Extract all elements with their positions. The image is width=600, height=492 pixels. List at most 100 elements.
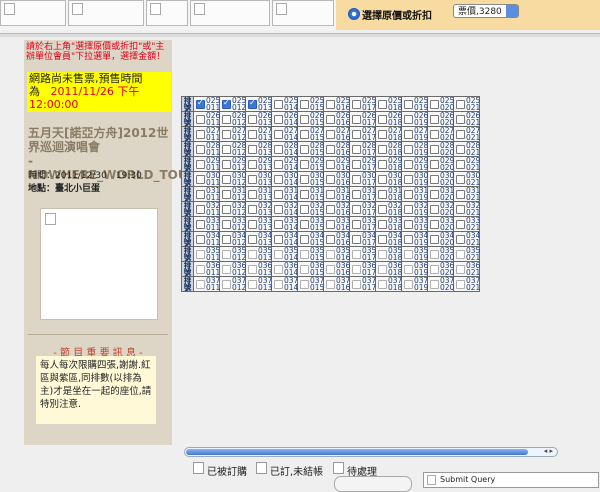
seat-cell[interactable]: 026 017 <box>349 111 376 127</box>
seat-checkbox[interactable] <box>222 190 231 199</box>
seat-checkbox[interactable] <box>404 265 413 274</box>
seat-cell[interactable]: 029 011 <box>193 156 220 172</box>
seat[interactable]: 026 019 <box>402 112 428 126</box>
seat[interactable]: 028 014 <box>272 142 298 156</box>
seat[interactable]: 029 017 <box>350 157 376 171</box>
seat-checkbox[interactable] <box>326 265 335 274</box>
seat[interactable]: 025 016 <box>324 97 350 111</box>
seat[interactable]: 037 021 <box>454 277 480 291</box>
seat[interactable]: 029 013 <box>246 157 272 171</box>
seat[interactable]: 028 012 <box>220 142 246 156</box>
seat[interactable]: 034 017 <box>350 232 376 246</box>
seat-cell[interactable]: 031 019 <box>401 186 428 202</box>
seat[interactable]: 030 015 <box>298 172 324 186</box>
seat-checkbox[interactable] <box>456 235 465 244</box>
seat[interactable]: 036 017 <box>350 262 376 276</box>
seat-cell[interactable]: 027 019 <box>401 126 428 142</box>
seat-checkbox[interactable] <box>196 265 205 274</box>
seat-checkbox[interactable] <box>378 280 387 289</box>
seat-checkbox[interactable] <box>196 205 205 214</box>
seat-cell[interactable]: 034 014 <box>271 231 298 247</box>
seat-checkbox[interactable] <box>456 280 465 289</box>
seat[interactable]: 029 014 <box>272 157 298 171</box>
seat[interactable]: 034 020 <box>428 232 454 246</box>
seat[interactable]: 036 012 <box>220 262 246 276</box>
seat-checkbox[interactable] <box>248 205 257 214</box>
seat-cell[interactable]: 032 017 <box>349 201 376 217</box>
seat[interactable]: 032 017 <box>350 202 376 216</box>
seat-checkbox[interactable] <box>300 145 309 154</box>
seat[interactable]: 031 011 <box>194 187 220 201</box>
seat[interactable]: 032 013 <box>246 202 272 216</box>
seat[interactable]: 035 021 <box>454 247 480 261</box>
seat-cell[interactable]: 032 012 <box>219 201 246 217</box>
seat-cell[interactable]: 032 021 <box>453 201 480 217</box>
seat-cell[interactable]: 029 017 <box>349 156 376 172</box>
seat-checkbox[interactable] <box>248 250 257 259</box>
thumbnail[interactable] <box>0 0 66 26</box>
seat[interactable]: 037 012 <box>220 277 246 291</box>
seat-checkbox[interactable] <box>196 160 205 169</box>
seat[interactable]: 025013 <box>246 97 272 111</box>
seat-checkbox[interactable] <box>274 280 283 289</box>
seat-checkbox[interactable] <box>404 130 413 139</box>
seat-cell[interactable]: 034 020 <box>427 231 454 247</box>
seat-cell[interactable]: 032 020 <box>427 201 454 217</box>
seat[interactable]: 030 011 <box>194 172 220 186</box>
seat-cell[interactable]: 034 017 <box>349 231 376 247</box>
seat-checkbox[interactable] <box>300 115 309 124</box>
seat-checkbox[interactable] <box>404 145 413 154</box>
seat-cell[interactable]: 035 021 <box>453 246 480 262</box>
seat-cell[interactable]: 037 011 <box>193 276 220 292</box>
seat-cell[interactable]: 029 018 <box>375 156 402 172</box>
seat-checkbox[interactable] <box>326 220 335 229</box>
seat-cell[interactable]: 036 021 <box>453 261 480 277</box>
seat-cell[interactable]: 036 012 <box>219 261 246 277</box>
thumbnail[interactable] <box>146 0 188 26</box>
seat-checkbox[interactable] <box>378 190 387 199</box>
seat-checkbox[interactable] <box>456 145 465 154</box>
seat[interactable]: 029 019 <box>402 157 428 171</box>
seat-checkbox[interactable] <box>456 220 465 229</box>
seat[interactable]: 032 018 <box>376 202 402 216</box>
seat-cell[interactable]: 028 021 <box>453 141 480 157</box>
seat-checkbox[interactable] <box>352 235 361 244</box>
seat-checkbox[interactable] <box>248 265 257 274</box>
seat-cell[interactable]: 026 016 <box>323 111 350 127</box>
seat-cell[interactable]: 031 020 <box>427 186 454 202</box>
seat[interactable]: 033 013 <box>246 217 272 231</box>
seat[interactable]: 031 020 <box>428 187 454 201</box>
seat[interactable]: 033 015 <box>298 217 324 231</box>
seat-checkbox[interactable] <box>274 265 283 274</box>
seat-cell[interactable]: 029 014 <box>271 156 298 172</box>
seat[interactable]: 025 019 <box>402 97 428 111</box>
seat[interactable]: 027 017 <box>350 127 376 141</box>
seat[interactable]: 037 020 <box>428 277 454 291</box>
seat-cell[interactable]: 035 018 <box>375 246 402 262</box>
seat[interactable]: 026 013 <box>246 112 272 126</box>
seat-checkbox[interactable] <box>456 205 465 214</box>
seat[interactable]: 037 016 <box>324 277 350 291</box>
seat-cell[interactable]: 033 015 <box>297 216 324 232</box>
seat[interactable]: 037 019 <box>402 277 428 291</box>
seat-cell[interactable]: 034 019 <box>401 231 428 247</box>
seat[interactable]: 037 014 <box>272 277 298 291</box>
seat-checkbox[interactable] <box>404 190 413 199</box>
seat[interactable]: 030 019 <box>402 172 428 186</box>
seat-checkbox[interactable] <box>222 280 231 289</box>
seat[interactable]: 028 011 <box>194 142 220 156</box>
seat-checkbox[interactable] <box>352 280 361 289</box>
seat-checkbox[interactable] <box>248 160 257 169</box>
seat[interactable]: 033 019 <box>402 217 428 231</box>
seat-cell[interactable]: 027 011 <box>193 126 220 142</box>
seat-checkbox[interactable] <box>352 190 361 199</box>
seat[interactable]: 029 012 <box>220 157 246 171</box>
seat-checkbox[interactable] <box>456 250 465 259</box>
seat[interactable]: 033 014 <box>272 217 298 231</box>
seat[interactable]: 028 015 <box>298 142 324 156</box>
seat[interactable]: 033 011 <box>194 217 220 231</box>
seat[interactable]: 030 017 <box>350 172 376 186</box>
seat[interactable]: 033 018 <box>376 217 402 231</box>
seat-cell[interactable]: 031 016 <box>323 186 350 202</box>
seat-checkbox[interactable] <box>326 145 335 154</box>
